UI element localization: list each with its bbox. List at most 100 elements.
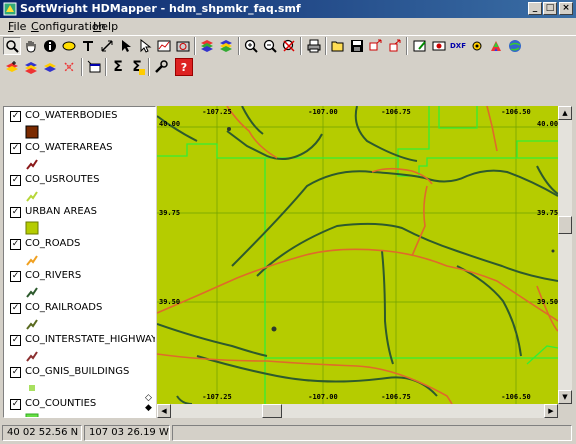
layer-checkbox[interactable]: ✓ xyxy=(10,335,21,346)
layer-checkbox[interactable]: ✓ xyxy=(10,399,21,410)
zoom-tool-icon[interactable] xyxy=(3,37,21,55)
sum-select-icon[interactable]: Σ xyxy=(128,58,146,76)
status-bar: 40 02 52.56 N 107 03 26.19 W xyxy=(0,422,576,444)
layer-name: CO_GNIS_BUILDINGS xyxy=(25,366,130,377)
text-tool-icon[interactable] xyxy=(79,37,97,55)
info-icon[interactable] xyxy=(41,37,59,55)
new-window-icon[interactable] xyxy=(85,58,103,76)
layer-item[interactable]: ✓ CO_RAILROADS xyxy=(8,301,148,333)
layer-name: CO_WATERAREAS xyxy=(25,142,113,153)
status-latitude: 40 02 52.56 N xyxy=(2,425,82,441)
map-svg[interactable]: -107.25 -107.00 -106.75 -106.50 -107.25 … xyxy=(156,105,559,405)
minimize-button[interactable]: _ xyxy=(528,2,542,15)
title-bar: SoftWright HDMapper - hdm_shpmkr_faq.smf… xyxy=(0,0,576,18)
palette-icon[interactable] xyxy=(487,37,505,55)
layer-name: CO_RIVERS xyxy=(25,270,82,281)
layer-name: CO_INTERSTATE_HIGHWAY xyxy=(25,334,156,345)
dxf-icon[interactable]: DXF xyxy=(449,37,467,55)
vertical-scroll-thumb[interactable] xyxy=(558,216,572,234)
layer-item[interactable]: ✓ CO_GNIS_BUILDINGS xyxy=(8,365,148,397)
menu-bar: File Configuration Help xyxy=(0,18,576,36)
scroll-down-icon[interactable]: ▼ xyxy=(558,390,572,404)
layer-checkbox[interactable]: ✓ xyxy=(10,303,21,314)
layer-item[interactable]: ✓ CO_ROADS xyxy=(8,237,148,269)
edit-table-icon[interactable] xyxy=(411,37,429,55)
zoom-out-icon[interactable] xyxy=(261,37,279,55)
layer-checkbox[interactable]: ✓ xyxy=(10,175,21,186)
maximize-button[interactable]: □ xyxy=(543,2,557,15)
layer-checkbox[interactable]: ✓ xyxy=(10,271,21,282)
measure-line-icon[interactable] xyxy=(98,37,116,55)
close-button[interactable]: × xyxy=(559,2,573,15)
layer-edit-icon[interactable] xyxy=(41,58,59,76)
lon-label: -107.00 xyxy=(308,108,338,116)
layers-icon[interactable] xyxy=(198,37,216,55)
sum-icon[interactable]: Σ xyxy=(109,58,127,76)
map-canvas[interactable]: -107.25 -107.00 -106.75 -106.50 -107.25 … xyxy=(156,105,571,418)
scroll-right-icon[interactable]: ▶ xyxy=(544,404,558,418)
layer-stack-icon[interactable] xyxy=(22,58,40,76)
layer-name: CO_RAILROADS xyxy=(25,302,103,313)
status-longitude: 107 03 26.19 W xyxy=(84,425,170,441)
export-icon[interactable] xyxy=(367,37,385,55)
pan-hand-icon[interactable] xyxy=(22,37,40,55)
record-icon[interactable] xyxy=(430,37,448,55)
lon-label: -107.00 xyxy=(308,393,338,401)
scroll-left-icon[interactable]: ◀ xyxy=(157,404,171,418)
layer-checkbox[interactable]: ✓ xyxy=(10,367,21,378)
app-icon xyxy=(3,2,17,16)
globe-icon[interactable] xyxy=(506,37,524,55)
map-vertical-scrollbar[interactable]: ▲ ▼ xyxy=(558,106,572,404)
wrench-icon[interactable] xyxy=(152,58,170,76)
usroutes-line-icon xyxy=(26,191,38,202)
zoom-in-icon[interactable] xyxy=(242,37,260,55)
open-folder-icon[interactable] xyxy=(329,37,347,55)
status-message xyxy=(172,425,572,441)
layer-item[interactable]: ✓ CO_WATERBODIES xyxy=(8,109,148,141)
layer-item[interactable]: ✓ CO_USROUTES xyxy=(8,173,148,205)
legend-scroll-down-icon[interactable]: ◆ xyxy=(145,403,155,413)
layer-checkbox[interactable]: ✓ xyxy=(10,143,21,154)
waterbodies-fill-icon xyxy=(25,125,39,139)
add-layer-icon[interactable] xyxy=(3,58,21,76)
lon-label: -107.25 xyxy=(202,393,232,401)
edit-arrow-icon[interactable] xyxy=(136,37,154,55)
layer-item[interactable]: ✓ CO_RIVERS xyxy=(8,269,148,301)
layer-checkbox[interactable]: ✓ xyxy=(10,111,21,122)
layer-name: CO_USROUTES xyxy=(25,174,100,185)
waterareas-line-icon xyxy=(26,159,38,170)
horizontal-scroll-thumb[interactable] xyxy=(262,404,282,418)
lon-label: -106.50 xyxy=(501,108,531,116)
refresh-map-icon[interactable] xyxy=(174,37,192,55)
lon-label: -106.50 xyxy=(501,393,531,401)
rivers-line-icon xyxy=(26,287,38,298)
menu-help[interactable]: Help xyxy=(93,20,118,33)
print-icon[interactable] xyxy=(305,37,323,55)
layer-item[interactable]: ✓ CO_WATERAREAS xyxy=(8,141,148,173)
points-icon[interactable] xyxy=(60,58,78,76)
lat-label: 40.00 xyxy=(537,120,558,128)
layer-item[interactable]: ✓ URBAN AREAS xyxy=(8,205,148,237)
lon-label: -106.75 xyxy=(381,393,411,401)
export-alt-icon[interactable] xyxy=(386,37,404,55)
buildings-dot-icon xyxy=(29,385,35,391)
map-horizontal-scrollbar[interactable]: ◀ ▶ xyxy=(157,404,558,418)
toolbar-secondary: Σ Σ ? xyxy=(3,58,203,78)
counties-fill-icon xyxy=(25,413,39,417)
scroll-up-icon[interactable]: ▲ xyxy=(558,106,572,120)
layer-item[interactable]: ✓ CO_INTERSTATE_HIGHWAY xyxy=(8,333,155,365)
settings-icon[interactable] xyxy=(468,37,486,55)
select-arrow-icon[interactable] xyxy=(117,37,135,55)
label-icon[interactable] xyxy=(60,37,78,55)
legend-scroll-up-icon[interactable]: ◇ xyxy=(145,393,155,403)
menu-file[interactable]: File xyxy=(8,20,26,33)
save-icon[interactable] xyxy=(348,37,366,55)
legend-scroll-arrows[interactable]: ◇ ◆ xyxy=(145,393,155,417)
zoom-full-icon[interactable] xyxy=(280,37,298,55)
layers-alt-icon[interactable] xyxy=(217,37,235,55)
chart-icon[interactable] xyxy=(155,37,173,55)
layer-item[interactable]: ✓ CO_COUNTIES xyxy=(8,397,148,417)
help-icon[interactable]: ? xyxy=(175,58,193,76)
layer-checkbox[interactable]: ✓ xyxy=(10,239,21,250)
layer-checkbox[interactable]: ✓ xyxy=(10,207,21,218)
